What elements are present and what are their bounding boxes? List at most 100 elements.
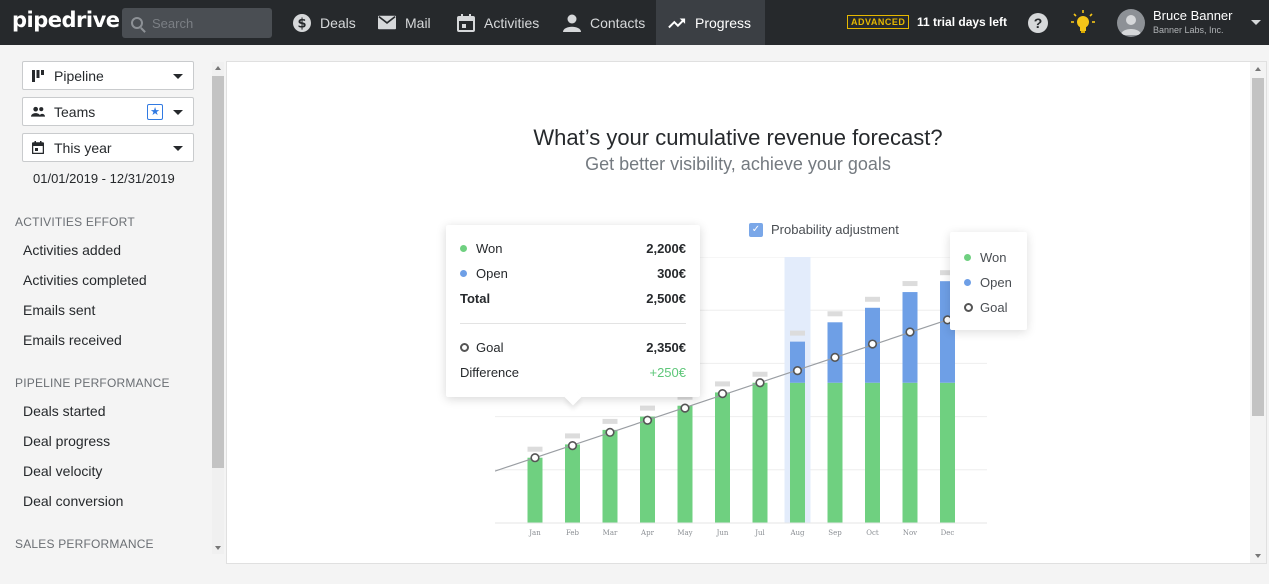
bar-won bbox=[565, 444, 580, 523]
goal-point bbox=[792, 366, 803, 376]
sidebar-item-activities-completed[interactable]: Activities completed bbox=[23, 272, 147, 288]
bar-cap bbox=[527, 446, 543, 452]
section-heading-sales-performance: SALES PERFORMANCE bbox=[15, 537, 154, 551]
sidebar-item-deal-velocity[interactable]: Deal velocity bbox=[23, 463, 102, 479]
sidebar-scrollbar[interactable] bbox=[212, 62, 224, 554]
forecast-subline: Get better visibility, achieve your goal… bbox=[585, 154, 891, 174]
nav-deals[interactable]: $ Deals bbox=[282, 0, 367, 45]
tooltip-won-label: Won bbox=[476, 241, 503, 256]
bar-won bbox=[640, 416, 655, 523]
won-dot-icon bbox=[964, 254, 971, 261]
nav-mail[interactable]: Mail bbox=[367, 0, 442, 45]
bar-cap bbox=[902, 281, 918, 287]
user-avatar[interactable] bbox=[1117, 9, 1145, 37]
bar-cap bbox=[640, 405, 655, 411]
teams-dropdown[interactable]: Teams ★ bbox=[22, 97, 194, 126]
sidebar-item-emails-sent[interactable]: Emails sent bbox=[23, 302, 95, 318]
chevron-down-icon bbox=[173, 146, 183, 151]
pipeline-dropdown[interactable]: Pipeline bbox=[22, 61, 194, 90]
tooltip-row-won: Won 2,200€ bbox=[460, 241, 686, 256]
open-dot-icon bbox=[460, 270, 467, 277]
svg-text:$: $ bbox=[297, 16, 306, 31]
scroll-down-arrow-icon[interactable] bbox=[215, 546, 221, 550]
tooltip-difference-value: +250€ bbox=[649, 365, 686, 380]
chevron-down-icon bbox=[173, 110, 183, 115]
bar-open bbox=[790, 341, 805, 383]
user-company: Banner Labs, Inc. bbox=[1153, 25, 1224, 35]
legend-item-won: Won bbox=[964, 250, 1007, 265]
open-dot-icon bbox=[964, 279, 971, 286]
sidebar-item-activities-added[interactable]: Activities added bbox=[23, 242, 121, 258]
help-icon[interactable]: ? bbox=[1028, 13, 1048, 33]
scroll-up-arrow-icon[interactable] bbox=[1255, 67, 1261, 71]
legend-goal-label: Goal bbox=[980, 300, 1008, 315]
bar-won bbox=[940, 382, 955, 523]
sidebar-item-deals-started[interactable]: Deals started bbox=[23, 403, 105, 419]
trial-days-text[interactable]: 11 trial days left bbox=[917, 15, 1007, 29]
x-tick-label: Jul bbox=[754, 529, 765, 537]
goal-point bbox=[830, 352, 840, 362]
date-range: 01/01/2019 - 12/31/2019 bbox=[33, 171, 175, 186]
nav-contacts[interactable]: Contacts bbox=[552, 0, 656, 45]
tooltip-total-label: Total bbox=[460, 291, 491, 306]
pipedrive-logo[interactable]: pipedrive bbox=[12, 8, 120, 32]
tooltip-row-open: Open 300€ bbox=[460, 266, 686, 281]
sidebar-item-emails-received[interactable]: Emails received bbox=[23, 332, 122, 348]
lightbulb-icon[interactable] bbox=[1071, 10, 1095, 34]
legend-won-label: Won bbox=[980, 250, 1007, 265]
bar-won bbox=[827, 382, 843, 523]
tooltip-goal-value: 2,350€ bbox=[646, 340, 686, 355]
main-scrollbar[interactable] bbox=[1250, 62, 1266, 563]
x-tick-label: Jun bbox=[716, 529, 729, 537]
tooltip-open-value: 300€ bbox=[657, 266, 686, 281]
x-tick-label: Jan bbox=[528, 529, 541, 537]
search-input[interactable]: Search bbox=[122, 8, 272, 38]
sidebar-item-deal-conversion[interactable]: Deal conversion bbox=[23, 493, 123, 509]
pipeline-icon bbox=[31, 69, 45, 83]
search-icon bbox=[131, 17, 143, 29]
calendar-icon bbox=[31, 141, 45, 155]
tooltip-difference-label: Difference bbox=[460, 365, 520, 380]
user-name[interactable]: Bruce Banner bbox=[1153, 8, 1233, 23]
tooltip-open-label: Open bbox=[476, 266, 508, 281]
nav-activities[interactable]: Activities bbox=[446, 0, 550, 45]
bar-open bbox=[902, 292, 918, 383]
nav-progress-label: Progress bbox=[695, 14, 752, 31]
sidebar-item-deal-progress[interactable]: Deal progress bbox=[23, 433, 110, 449]
goal-point bbox=[567, 441, 578, 451]
section-heading-pipeline-performance: PIPELINE PERFORMANCE bbox=[15, 376, 170, 390]
bar-cap bbox=[790, 330, 805, 336]
bar-cap bbox=[752, 371, 768, 377]
user-menu-chevron-down-icon[interactable] bbox=[1251, 20, 1261, 25]
goal-ring-icon bbox=[964, 303, 973, 312]
period-dropdown-label: This year bbox=[54, 139, 112, 156]
person-icon bbox=[563, 14, 581, 32]
scroll-up-arrow-icon[interactable] bbox=[215, 66, 221, 70]
calendar-icon bbox=[457, 13, 475, 32]
plan-badge[interactable]: ADVANCED bbox=[847, 15, 910, 29]
goal-point bbox=[530, 453, 540, 463]
chart-legend: Won Open Goal bbox=[950, 232, 1027, 330]
bar-won bbox=[527, 457, 543, 523]
bar-won bbox=[752, 382, 768, 523]
x-tick-label: Apr bbox=[640, 529, 655, 537]
goal-point bbox=[680, 403, 690, 413]
goal-point bbox=[905, 327, 915, 337]
main-scrollbar-thumb[interactable] bbox=[1252, 78, 1264, 416]
sidebar-scrollbar-thumb[interactable] bbox=[212, 76, 224, 468]
mail-icon bbox=[378, 14, 396, 32]
x-tick-label: Nov bbox=[903, 529, 917, 537]
forecast-headline: What’s your cumulative revenue forecast? bbox=[533, 125, 943, 150]
goal-point bbox=[717, 389, 728, 399]
pipeline-dropdown-label: Pipeline bbox=[54, 67, 104, 84]
nav-progress[interactable]: Progress bbox=[656, 0, 765, 45]
dollar-icon: $ bbox=[293, 13, 311, 32]
period-dropdown[interactable]: This year bbox=[22, 133, 194, 162]
goal-ring-icon bbox=[460, 343, 469, 352]
bar-won bbox=[602, 429, 618, 523]
probability-adjustment-checkbox[interactable]: ✓ Probability adjustment bbox=[749, 222, 899, 237]
favorite-star-icon[interactable]: ★ bbox=[147, 104, 163, 120]
scroll-down-arrow-icon[interactable] bbox=[1255, 554, 1261, 558]
bar-won bbox=[715, 392, 730, 523]
tooltip-won-value: 2,200€ bbox=[646, 241, 686, 256]
